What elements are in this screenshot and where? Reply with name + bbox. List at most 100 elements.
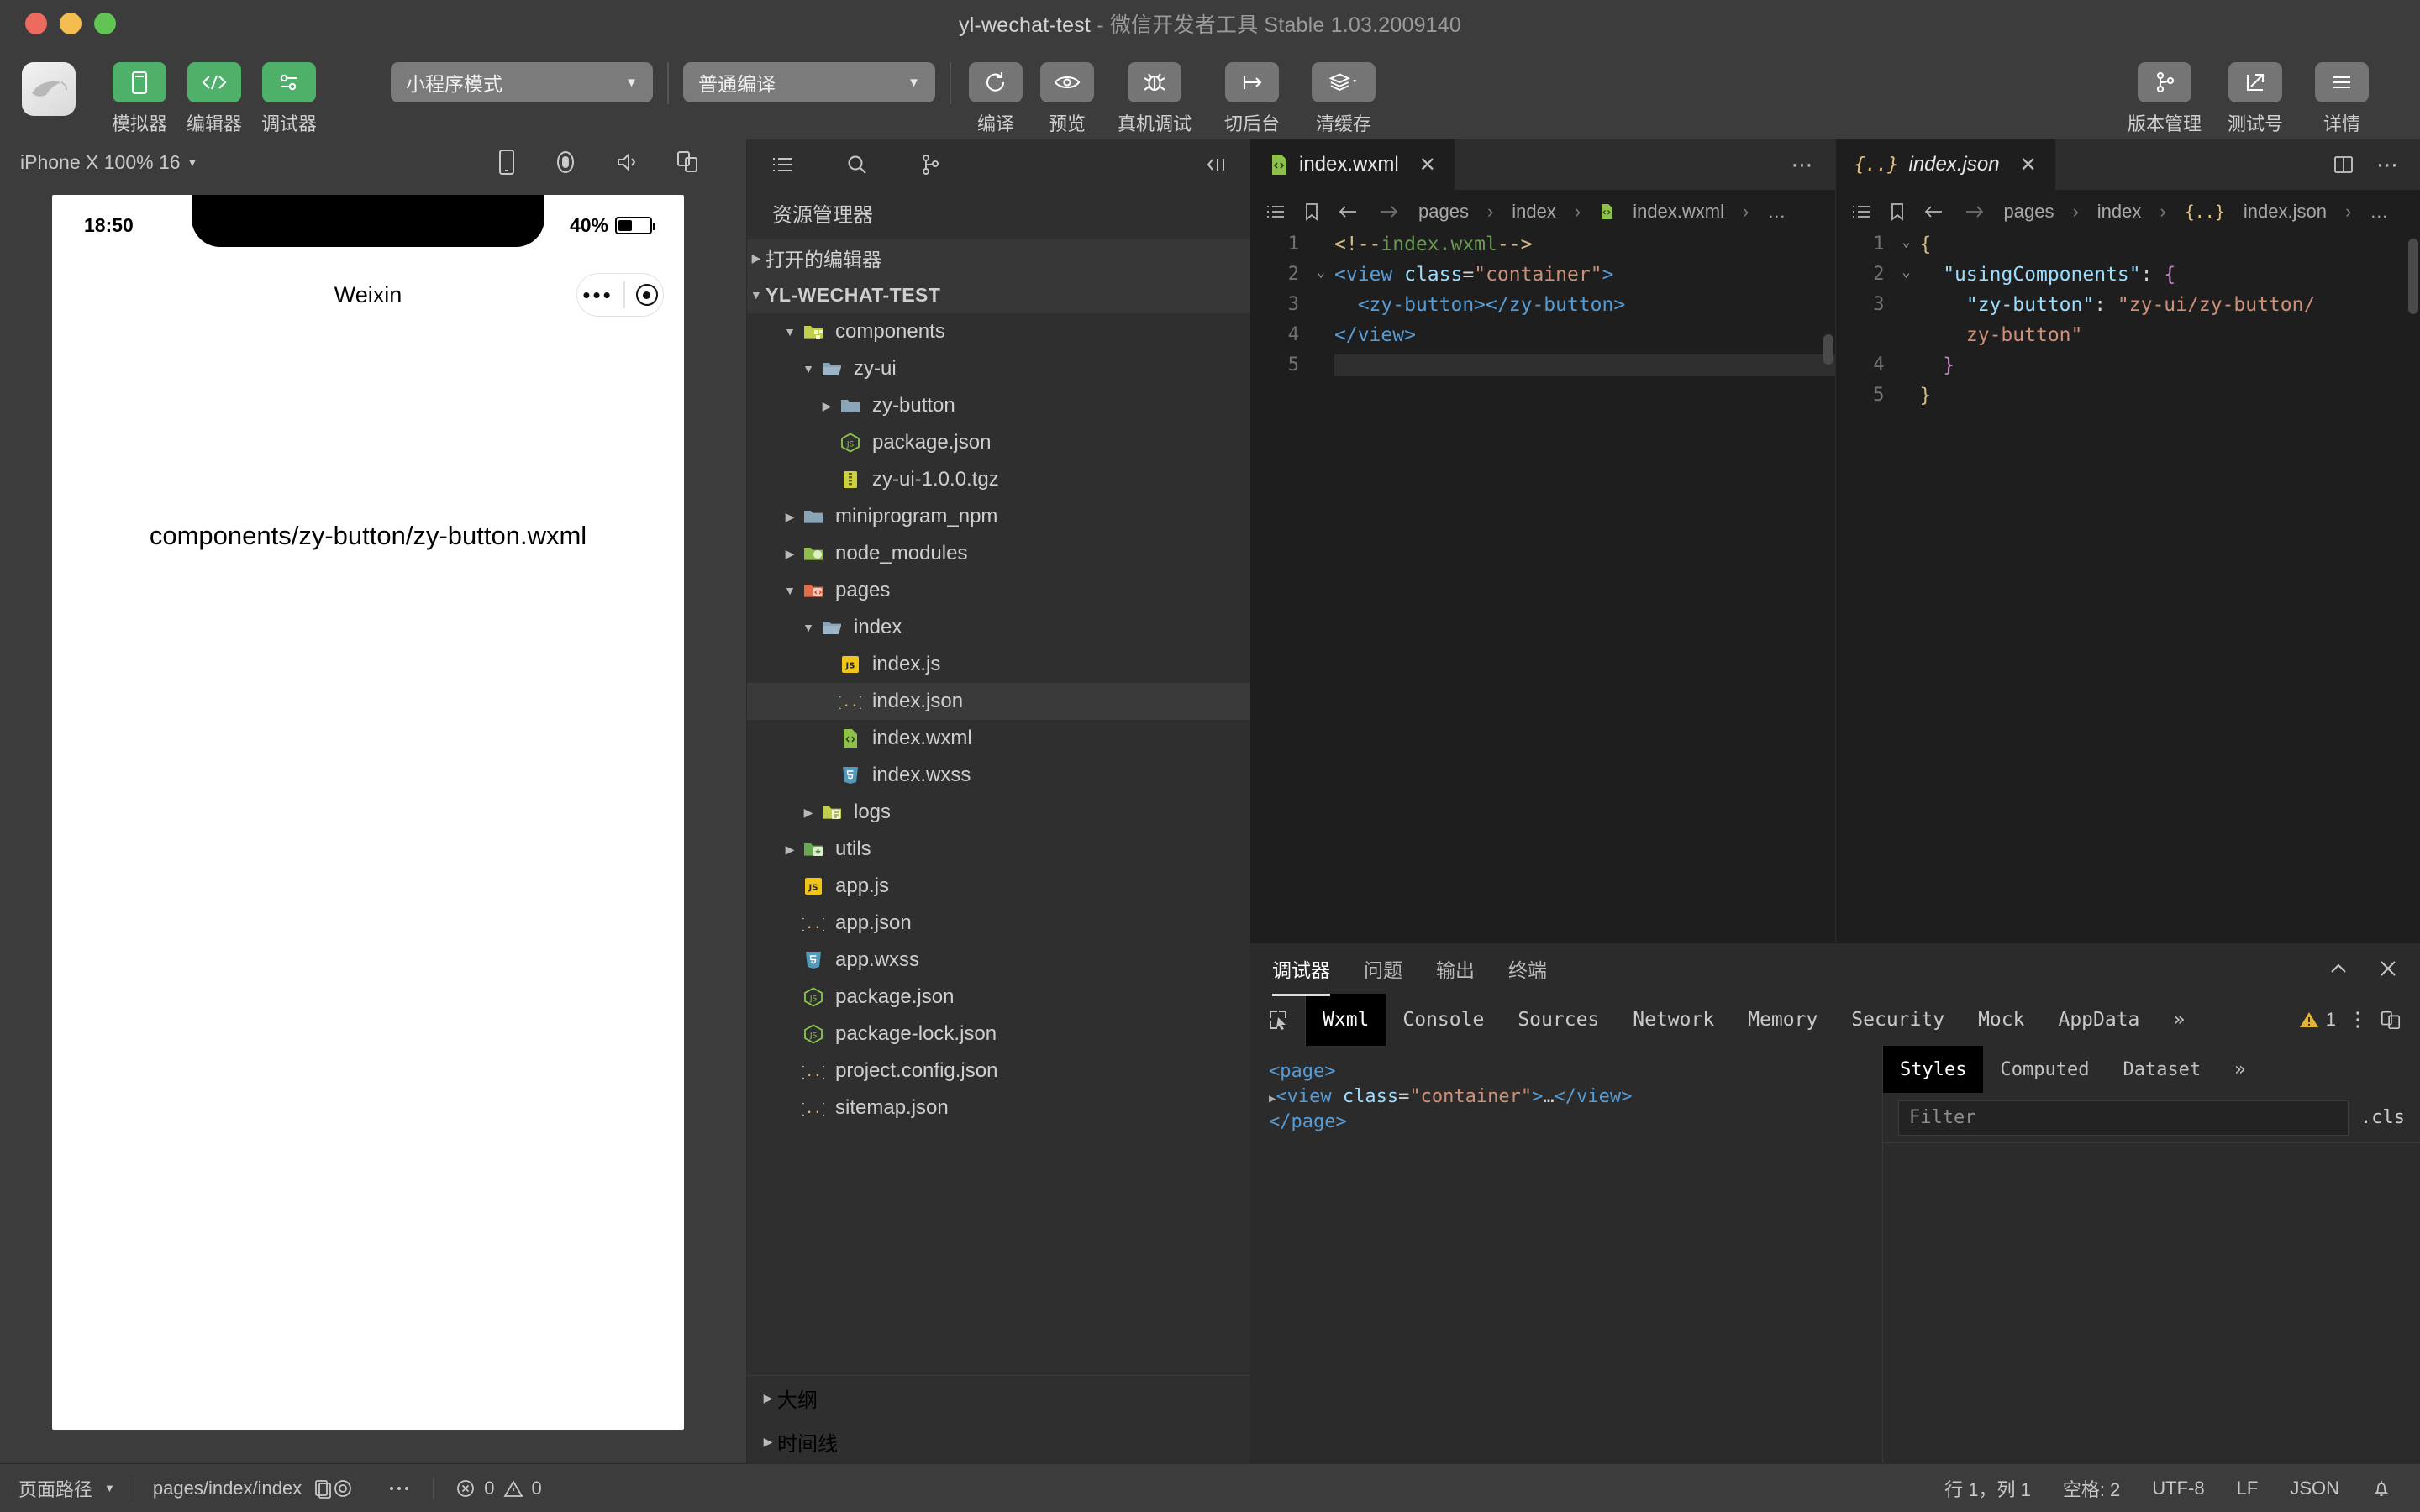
tree-item-index-js[interactable]: ▶JSindex.js [747,646,1250,683]
window-controls[interactable] [0,13,116,34]
tree-item-node-modules[interactable]: ▶ node_modules [747,535,1250,572]
preview-button[interactable] [1040,62,1094,102]
code-content-wxml[interactable]: 1 <!--index.wxml--> 2 ⌄ <view class="contain… [1250,234,1835,942]
code-content-json[interactable]: 1 ⌄{2 ⌄ "usingComponents": {3 "zy-button":… [1836,234,2420,942]
explorer-section-timeline[interactable]: ▶ 时间线 [747,1420,1250,1463]
tree-item-logs[interactable]: ▶ logs [747,794,1250,831]
fold-toggle[interactable]: ⌄ [1893,264,1920,281]
toolbar-item-debugger[interactable]: 调试器 [259,62,319,136]
toolbar-item-clear-cache[interactable]: 清缓存 [1303,62,1384,136]
more-icon-left[interactable]: ⋯ [1791,152,1813,178]
toolbar-item-simulator[interactable]: 模拟器 [109,62,170,136]
close-window-button[interactable] [25,13,47,34]
maximize-window-button[interactable] [94,13,116,34]
collapse-all-icon[interactable] [1205,155,1227,174]
cursor-position[interactable]: 行 1，列 1 [1944,1475,2031,1502]
wxml-node-2[interactable]: ▶<view class="container">…</view> [1269,1086,1864,1111]
devtools-tab-mock[interactable]: Mock [1961,994,2041,1046]
tree-item-index-wxss[interactable]: ▶index.wxss [747,757,1250,794]
editor-scrollbar-right[interactable] [2408,239,2418,314]
explorer-section-open-editors[interactable]: ▶ 打开的编辑器 [747,239,1250,276]
clear-cache-button[interactable] [1312,62,1376,102]
tree-item-miniprogram-npm[interactable]: ▶ miniprogram_npm [747,498,1250,535]
minimize-window-button[interactable] [60,13,82,34]
compile-button[interactable] [969,62,1023,102]
devtools-tab-memory[interactable]: Memory [1731,994,1834,1046]
wxml-tree-pane[interactable]: <page> ▶<view class="container">…</view> <… [1250,1046,1882,1463]
indent-setting[interactable]: 空格: 2 [2063,1475,2120,1502]
panel-tab-problems[interactable]: 问题 [1364,954,1402,983]
panel-tab-terminal[interactable]: 终端 [1508,954,1547,983]
toolbar-item-version[interactable]: 版本管理 [2123,62,2207,136]
tree-item-project-config-json[interactable]: ▶{..}project.config.json [747,1053,1250,1089]
styles-cls-button[interactable]: .cls [2360,1107,2405,1128]
breadcrumb-right-1[interactable]: index [2097,201,2142,223]
chevron-down-icon[interactable]: ▼ [799,621,818,634]
tree-item-utils[interactable]: ▶ utils [747,831,1250,868]
split-editor-icon[interactable] [2333,155,2354,175]
toolbar-item-compile[interactable]: 编译 [965,62,1026,136]
capsule-close-icon[interactable] [635,284,658,306]
tree-item-index[interactable]: ▼ index [747,609,1250,646]
close-icon[interactable] [2378,958,2398,979]
explorer-list-icon[interactable] [771,155,794,175]
simulator-button[interactable] [113,62,166,102]
more-icon-status[interactable] [387,1484,411,1493]
forward-arrow-icon-left[interactable] [1378,204,1400,219]
chevron-down-icon[interactable]: ▼ [781,584,799,597]
breadcrumb-left-0[interactable]: pages [1418,201,1469,223]
copy-icon[interactable] [313,1478,332,1499]
tree-item-zy-ui-1-0-0-tgz[interactable]: ▶zy-ui-1.0.0.tgz [747,461,1250,498]
background-button[interactable] [1225,62,1279,102]
tab-index-json[interactable]: {..} index.json ✕ [1835,139,2055,190]
styles-tab-styles[interactable]: Styles [1883,1046,1984,1093]
chevron-down-icon[interactable]: ▼ [781,325,799,339]
details-button[interactable] [2315,62,2369,102]
tree-item-index-json[interactable]: ▶{..}index.json [747,683,1250,720]
editor-button[interactable] [187,62,241,102]
outline-list-icon-left[interactable] [1265,203,1286,220]
bell-icon[interactable] [2371,1478,2391,1499]
tree-item-app-js[interactable]: ▶JSapp.js [747,868,1250,905]
breadcrumb-right-3[interactable]: … [2370,201,2388,223]
source-control-icon[interactable] [920,154,940,176]
language-mode[interactable]: JSON [2290,1478,2339,1499]
tree-item-index-wxml[interactable]: ▶index.wxml [747,720,1250,757]
device-selector[interactable]: iPhone X 100% 16 ▼ [20,151,197,174]
tree-item-package-json[interactable]: ▶JSpackage.json [747,424,1250,461]
bookmark-icon-right[interactable] [1890,202,1905,221]
explorer-section-outline[interactable]: ▶ 大纲 [747,1376,1250,1420]
phone-capsule-menu[interactable]: ••• [576,273,664,317]
breadcrumb-right-0[interactable]: pages [2004,201,2054,223]
status-bar-diagnostics[interactable]: 0 0 [433,1477,564,1499]
version-control-button[interactable] [2138,62,2191,102]
phone-icon[interactable] [497,149,516,176]
tree-item-app-wxss[interactable]: ▶app.wxss [747,942,1250,979]
devtools-more-icon[interactable] [2354,1009,2361,1031]
chevron-right-icon[interactable]: ▶ [818,399,836,413]
close-icon-json-tab[interactable]: ✕ [2020,153,2037,177]
styles-tab-dataset[interactable]: Dataset [2106,1046,2217,1093]
more-icon-right[interactable]: ⋯ [2376,152,2398,178]
page-path-label[interactable]: 页面路径 [18,1475,92,1502]
devtools-tab-network[interactable]: Network [1616,994,1731,1046]
styles-tabs-overflow[interactable]: » [2217,1046,2262,1093]
tree-item-pages[interactable]: ▼ pages [747,572,1250,609]
wxml-node-3[interactable]: </page> [1269,1111,1864,1137]
chevron-right-icon[interactable]: ▶ [781,843,799,857]
outline-list-icon-right[interactable] [1851,203,1871,220]
toolbar-item-remote-debug[interactable]: 真机调试 [1108,62,1201,136]
collapse-icon[interactable] [2328,961,2349,976]
sound-icon[interactable] [615,151,639,173]
toolbar-item-testaccount[interactable]: 测试号 [2217,62,2293,136]
chevron-right-icon[interactable]: ▶ [781,547,799,561]
breadcrumb-left-3[interactable]: … [1767,201,1786,223]
styles-tab-computed[interactable]: Computed [1983,1046,2106,1093]
eye-icon-status[interactable] [332,1478,354,1499]
devtools-tab-security[interactable]: Security [1834,994,1961,1046]
record-icon[interactable] [553,150,578,175]
multiwindow-icon[interactable] [676,150,699,175]
breadcrumb-left-1[interactable]: index [1512,201,1556,223]
panel-tab-output[interactable]: 输出 [1436,954,1475,983]
explorer-section-project-root[interactable]: ▼ YL-WECHAT-TEST [747,276,1250,313]
